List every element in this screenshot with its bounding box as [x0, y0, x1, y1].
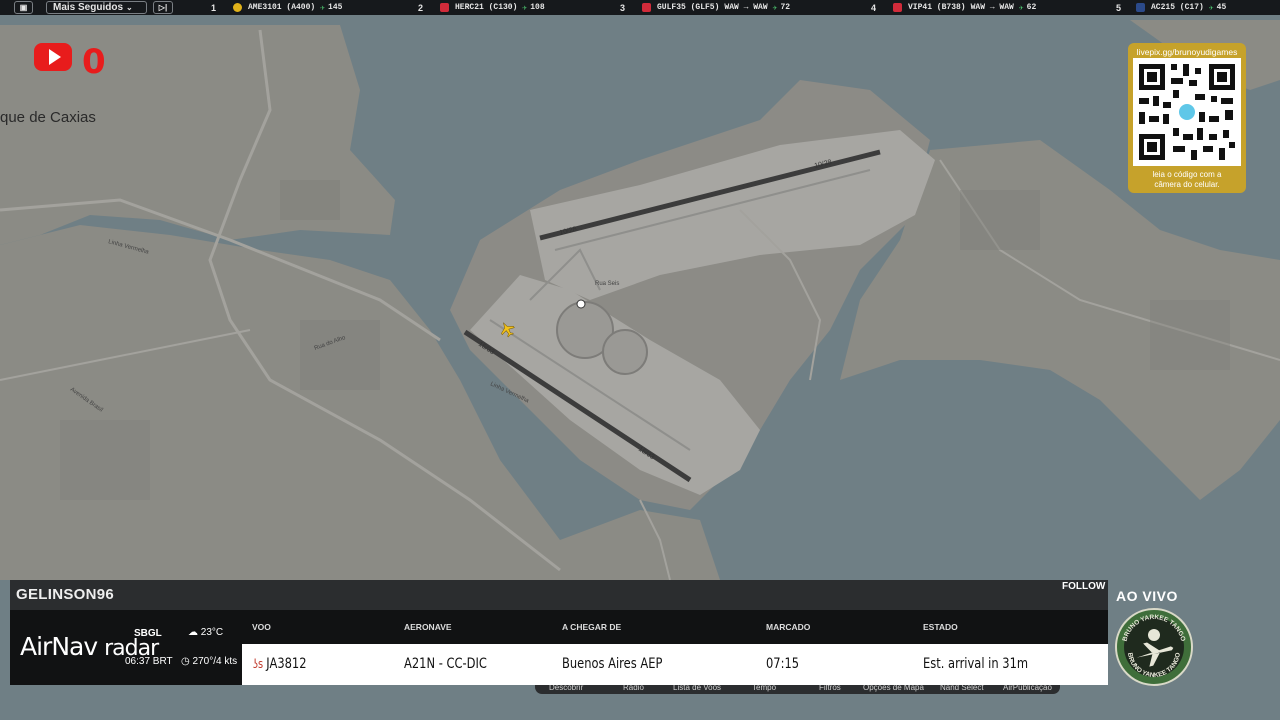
flight-callsign: AME3101 (A400): [248, 3, 316, 12]
flight-route: WAW → WAW: [970, 3, 1014, 12]
airline-logo-icon: [893, 3, 902, 12]
qr-code-icon: [1133, 58, 1241, 166]
qr-caption: leia o código com a câmera do celular.: [1128, 170, 1246, 190]
followers-icon: ✈: [1018, 3, 1024, 13]
youtube-live-count: 0: [82, 42, 106, 82]
airport-pin-icon[interactable]: [576, 299, 586, 309]
flight-callsign: HERC21 (C130): [455, 3, 518, 12]
weather-readout: ☁ 23°C: [188, 627, 223, 638]
flight-number-text: JA3812: [266, 656, 307, 672]
origin-airport: Buenos Aires AEP: [562, 656, 663, 672]
filter-select[interactable]: Mais Seguidos ⌄: [46, 1, 147, 14]
skip-button[interactable]: ▷|: [153, 1, 173, 14]
column-header-aeronave: AERONAVE: [404, 622, 452, 632]
flight-callsign: AC215 (C17): [1151, 3, 1204, 12]
qr-donation-box: livepix.gg/brunoyudigames leia o código …: [1128, 43, 1246, 193]
flight-followers: 62: [1026, 3, 1037, 12]
qr-code: [1133, 58, 1241, 166]
panel-username: GELINSON96: [16, 586, 115, 603]
flight-status: Est. arrival in 31m: [923, 656, 1029, 672]
flight-panel: AirNav radar SBGL 06:37 BRT ☁ 23°C ◷ 270…: [10, 610, 1108, 685]
chevron-down-icon: ⌄: [126, 3, 133, 12]
wind-direction-icon: ◷: [181, 656, 190, 667]
flight-route: WAW → WAW: [724, 3, 768, 12]
airport-code: SBGL: [134, 628, 162, 639]
menu-icon: ▣: [19, 3, 28, 12]
youtube-icon: [34, 43, 72, 71]
top-bar: ▣ Mais Seguidos ⌄ ▷| 1 AME3101 (A400) ✈ …: [0, 0, 1280, 15]
airline-logo-icon: ʖs: [253, 657, 267, 671]
airline-logo-icon: [1136, 3, 1145, 12]
wind-readout: ◷ 270°/4 kts: [181, 656, 237, 667]
flight-followers: 72: [780, 3, 791, 12]
scheduled-time: 07:15: [766, 656, 800, 672]
follow-button[interactable]: FOLLOW: [1062, 581, 1105, 592]
flight-rank: 5: [1116, 2, 1122, 13]
live-label: AO VIVO: [1116, 588, 1178, 604]
temperature: 23°C: [200, 627, 224, 638]
flight-rank: 2: [418, 2, 424, 13]
flight-rank: 1: [211, 2, 217, 13]
wind-value: 270°/4 kts: [192, 656, 238, 667]
flight-rank: 4: [871, 2, 877, 13]
flight-panel-header: GELINSON96: [10, 580, 1108, 610]
flight-callsign: GULF35 (GLF5): [657, 3, 720, 12]
qr-caption-line: câmera do celular.: [1154, 180, 1220, 189]
airline-logo-icon: [233, 3, 242, 12]
aircraft-type: A21N - CC-DIC: [404, 656, 487, 672]
followers-icon: ✈: [772, 3, 778, 13]
column-header-voo: VOO: [252, 622, 271, 632]
street-label: Rua Seis: [595, 281, 619, 287]
qr-caption-line: leia o código com a: [1152, 170, 1222, 179]
flight-followers: 108: [530, 3, 545, 12]
flight-number: ʖs JA3812: [253, 656, 307, 672]
flight-followers: 45: [1216, 3, 1227, 12]
airline-logo-icon: [440, 3, 449, 12]
flight-followers: 145: [328, 3, 343, 12]
filter-select-label: Mais Seguidos: [53, 2, 124, 13]
followers-icon: ✈: [1208, 3, 1214, 13]
place-label: que de Caxias: [0, 109, 96, 126]
column-header-status: ESTADO: [923, 622, 958, 632]
flight-rank: 3: [620, 2, 626, 13]
local-time: 06:37 BRT: [125, 656, 173, 667]
qr-url: livepix.gg/brunoyudigames: [1136, 47, 1238, 57]
airline-logo-icon: [642, 3, 651, 12]
channel-logo: BRUNO YARKEE TANGO BRUNO YANKEE TANGO: [1115, 608, 1193, 686]
flight-callsign: VIP41 (B738): [908, 3, 966, 12]
followers-icon: ✈: [522, 3, 528, 13]
followers-icon: ✈: [320, 3, 326, 13]
column-header-scheduled: MARCADO: [766, 622, 811, 632]
brand-main: AirNav: [20, 632, 98, 661]
skip-forward-icon: ▷|: [158, 3, 168, 12]
menu-button[interactable]: ▣: [14, 1, 33, 14]
column-header-origin: A CHEGAR DE: [562, 622, 622, 632]
cloud-icon: ☁: [188, 627, 198, 638]
